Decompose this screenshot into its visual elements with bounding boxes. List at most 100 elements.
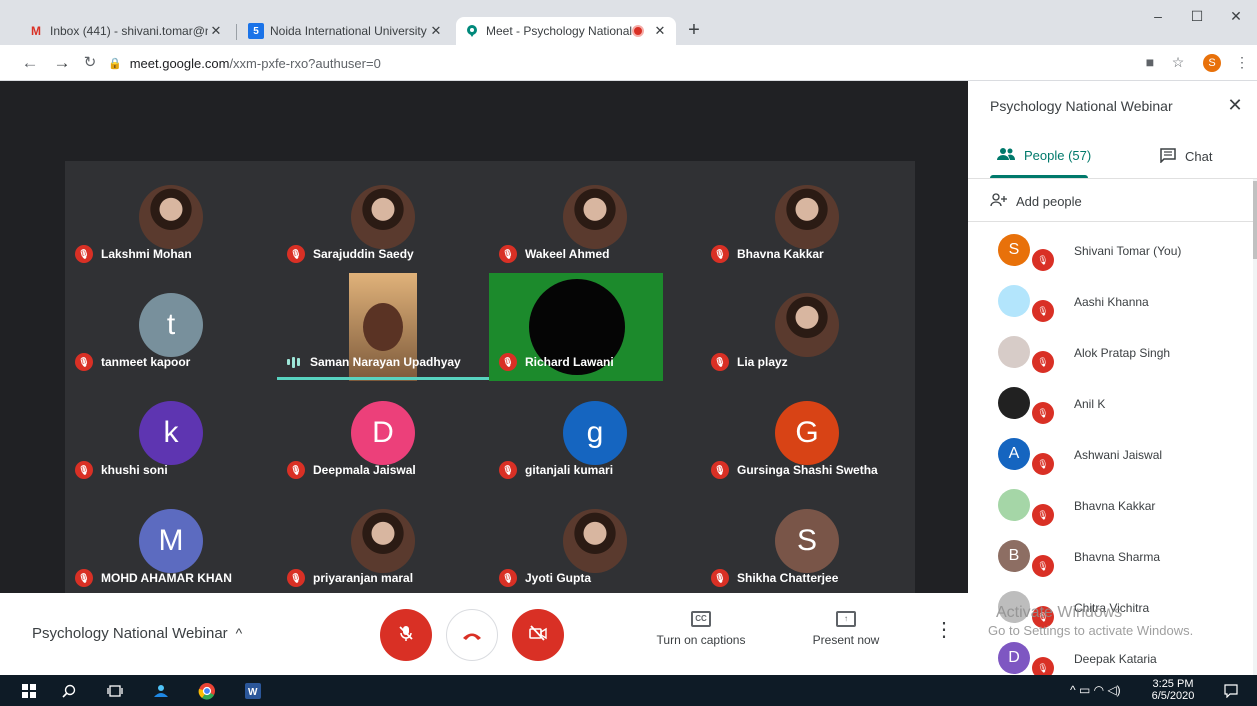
- participant-name: gitanjali kumari: [525, 463, 614, 477]
- minimize-button[interactable]: –: [1148, 8, 1168, 24]
- new-tab-button[interactable]: +: [684, 20, 704, 40]
- mic-muted-icon: 🎙: [1032, 453, 1054, 475]
- participant-avatar: g: [563, 401, 627, 465]
- word-icon[interactable]: W: [244, 682, 262, 700]
- leave-call-button[interactable]: [446, 609, 498, 661]
- reload-icon[interactable]: ↻: [80, 53, 100, 73]
- participant-tile[interactable]: G 🎙 Gursinga Shashi Swetha: [701, 381, 913, 489]
- participant-tile[interactable]: t 🎙 tanmeet kapoor: [65, 273, 277, 381]
- meeting-title: Psychology National Webinar: [32, 625, 228, 642]
- system-tray[interactable]: ^ ▭ ◠ ◁): [1070, 683, 1121, 697]
- camera-indicator-icon[interactable]: ■: [1140, 54, 1160, 70]
- taskbar-clock[interactable]: 3:25 PM 6/5/2020: [1150, 678, 1196, 702]
- participant-tile[interactable]: 🎙 priyaranjan maral: [277, 489, 489, 597]
- person-avatar: [998, 387, 1030, 419]
- close-tab-icon[interactable]: ✕: [652, 23, 668, 39]
- participant-tile[interactable]: M 🎙 MOHD AHAMAR KHAN: [65, 489, 277, 597]
- participant-tile[interactable]: k 🎙 khushi soni: [65, 381, 277, 489]
- participant-name: Lia playz: [737, 355, 788, 369]
- maximize-button[interactable]: ☐: [1187, 8, 1207, 25]
- close-window-button[interactable]: ✕: [1226, 8, 1246, 25]
- meeting-details-toggle[interactable]: Psychology National Webinar ^: [32, 625, 242, 642]
- people-list-scrollbar[interactable]: [1253, 179, 1257, 675]
- participant-tile[interactable]: 🎙 Richard Lawani: [489, 273, 701, 381]
- participant-tile[interactable]: g 🎙 gitanjali kumari: [489, 381, 701, 489]
- camera-toggle-button[interactable]: [512, 609, 564, 661]
- participant-grid: 🎙 Lakshmi Mohan 🎙 Sarajuddin Saedy 🎙 Wakeel A…: [65, 161, 915, 593]
- people-list-item[interactable]: S 🎙 Shivani Tomar (You): [968, 231, 1253, 282]
- tab-niu[interactable]: 5 Noida International University - C ✕: [240, 17, 452, 45]
- tab-chat[interactable]: Chat: [1159, 147, 1212, 166]
- close-panel-icon[interactable]: ✕: [1226, 95, 1244, 116]
- close-tab-icon[interactable]: ✕: [208, 23, 224, 39]
- mic-off-icon: [397, 624, 415, 647]
- tab-people[interactable]: People (57): [996, 147, 1091, 164]
- address-bar[interactable]: 🔒 meet.google.com/xxm-pxfe-rxo?authuser=…: [108, 49, 1128, 77]
- panel-title: Psychology National Webinar: [990, 98, 1173, 114]
- divider: [968, 178, 1257, 179]
- task-view-icon[interactable]: [106, 682, 124, 700]
- divider: [968, 221, 1257, 222]
- participant-avatar: [775, 185, 839, 249]
- participant-tile[interactable]: 🎙 Jyoti Gupta: [489, 489, 701, 597]
- mic-muted-icon: 🎙: [499, 569, 517, 587]
- scrollbar-thumb[interactable]: [1253, 181, 1257, 259]
- microphone-toggle-button[interactable]: [380, 609, 432, 661]
- people-list-item[interactable]: 🎙 Anil K: [968, 384, 1253, 435]
- participant-avatar: t: [139, 293, 203, 357]
- recording-icon: [632, 25, 644, 37]
- close-tab-icon[interactable]: ✕: [428, 23, 444, 39]
- calendar-icon: 5: [248, 23, 264, 39]
- participant-avatar: D: [351, 401, 415, 465]
- participant-name-row: 🎙 tanmeet kapoor: [75, 353, 190, 371]
- tab-gmail[interactable]: M Inbox (441) - shivani.tomar@niu. ✕: [20, 17, 232, 45]
- captions-button[interactable]: CC Turn on captions: [646, 611, 756, 647]
- people-list-item[interactable]: A 🎙 Ashwani Jaiswal: [968, 435, 1253, 486]
- add-people-button[interactable]: Add people: [990, 193, 1082, 210]
- side-panel: Psychology National Webinar ✕ People (57…: [968, 81, 1257, 675]
- participant-avatar: G: [775, 401, 839, 465]
- search-icon[interactable]: [60, 682, 78, 700]
- svg-text:W: W: [248, 687, 258, 698]
- participant-tile[interactable]: 🎙 Sarajuddin Saedy: [277, 165, 489, 273]
- forward-icon[interactable]: →: [52, 53, 72, 73]
- participant-tile[interactable]: S 🎙 Shikha Chatterjee: [701, 489, 913, 597]
- participant-tile[interactable]: 🎙 Wakeel Ahmed: [489, 165, 701, 273]
- mic-muted-icon: 🎙: [1032, 555, 1054, 577]
- back-icon[interactable]: ←: [20, 53, 40, 73]
- person-avatar: [998, 591, 1030, 623]
- participant-tile[interactable]: 🎙 Lakshmi Mohan: [65, 165, 277, 273]
- people-list-item[interactable]: 🎙 Alok Pratap Singh: [968, 333, 1253, 384]
- windows-start-icon[interactable]: [20, 682, 38, 700]
- participant-tile[interactable]: 🎙 Bhavna Kakkar: [701, 165, 913, 273]
- people-list-item[interactable]: 🎙 Chitra Vichitra: [968, 588, 1253, 639]
- gmail-icon: M: [31, 24, 41, 38]
- tab-meet[interactable]: Meet - Psychology National ✕: [456, 17, 676, 45]
- participant-name-row: 🎙 Shikha Chatterjee: [711, 569, 838, 587]
- people-list-item[interactable]: 🎙 Bhavna Kakkar: [968, 486, 1253, 537]
- present-icon: ↑: [836, 611, 856, 627]
- participant-name: khushi soni: [101, 463, 168, 477]
- participant-name-row: 🎙 Jyoti Gupta: [499, 569, 591, 587]
- bookmark-star-icon[interactable]: ☆: [1168, 54, 1188, 71]
- present-now-button[interactable]: ↑ Present now: [791, 611, 901, 647]
- people-icon: [996, 147, 1016, 164]
- profile-avatar[interactable]: S: [1203, 54, 1221, 72]
- mic-muted-icon: 🎙: [75, 461, 93, 479]
- participant-tile[interactable]: Saman Narayan Upadhyay: [277, 273, 489, 381]
- more-options-icon[interactable]: ⋮: [934, 617, 954, 642]
- participant-name-row: Saman Narayan Upadhyay: [287, 353, 461, 371]
- browser-menu-icon[interactable]: ⋮: [1232, 54, 1252, 71]
- person-name: Alok Pratap Singh: [1074, 346, 1171, 360]
- people-list-item[interactable]: B 🎙 Bhavna Sharma: [968, 537, 1253, 588]
- participant-tile[interactable]: 🎙 Lia playz: [701, 273, 913, 381]
- people-list-item[interactable]: D 🎙 Deepak Kataria: [968, 639, 1253, 675]
- people-list-item[interactable]: 🎙 Aashi Khanna: [968, 282, 1253, 333]
- chrome-icon[interactable]: [198, 682, 216, 700]
- add-people-label: Add people: [1016, 194, 1082, 209]
- app-icon[interactable]: [152, 682, 170, 700]
- notifications-icon[interactable]: [1222, 682, 1240, 700]
- participant-name: MOHD AHAMAR KHAN: [101, 571, 232, 585]
- participant-tile[interactable]: D 🎙 Deepmala Jaiswal: [277, 381, 489, 489]
- participant-avatar: [563, 509, 627, 573]
